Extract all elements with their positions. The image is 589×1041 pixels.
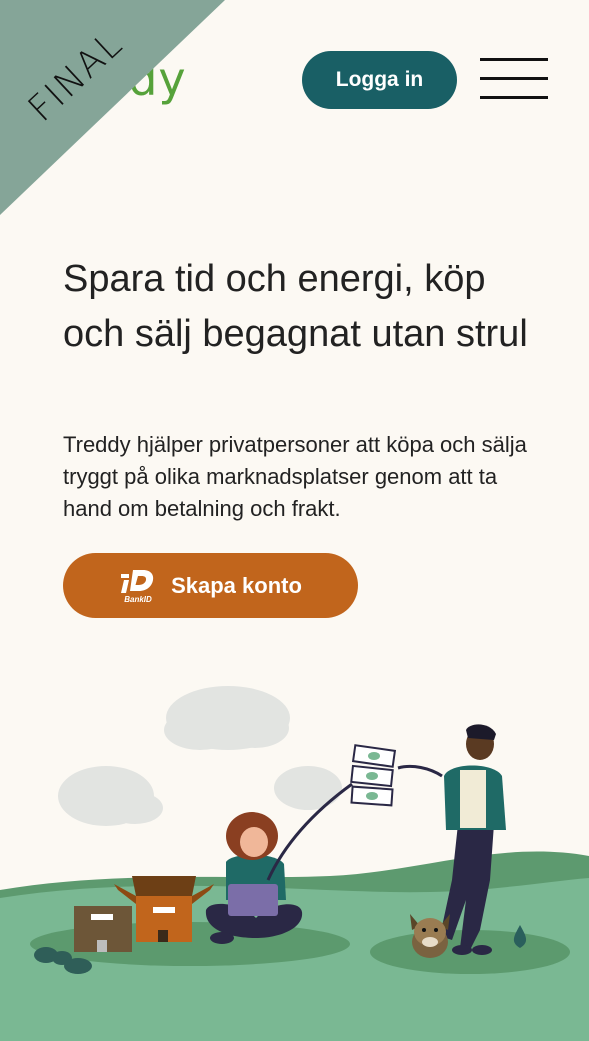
- hero-illustration: [0, 686, 589, 1041]
- create-account-button[interactable]: BankID Skapa konto: [63, 553, 358, 618]
- hero-description: Treddy hjälper privatpersoner att köpa o…: [63, 432, 527, 521]
- hero-title: Spara tid och energi, köp och sälj begag…: [63, 258, 528, 355]
- bankid-label: BankID: [124, 595, 152, 604]
- menu-line: [480, 77, 548, 80]
- create-account-label: Skapa konto: [171, 572, 302, 598]
- cloud-icon: [164, 686, 290, 750]
- bankid-icon: BankID: [121, 569, 154, 604]
- cloud-icon: [274, 766, 342, 810]
- menu-line: [480, 96, 548, 99]
- box-icon: [74, 906, 132, 952]
- money-icon: [350, 744, 397, 807]
- menu-line: [480, 58, 548, 61]
- hamburger-menu-icon[interactable]: [480, 58, 548, 100]
- cloud-icon: [58, 766, 163, 826]
- login-button[interactable]: Logga in: [302, 51, 457, 109]
- transfer-arrow: [397, 764, 443, 778]
